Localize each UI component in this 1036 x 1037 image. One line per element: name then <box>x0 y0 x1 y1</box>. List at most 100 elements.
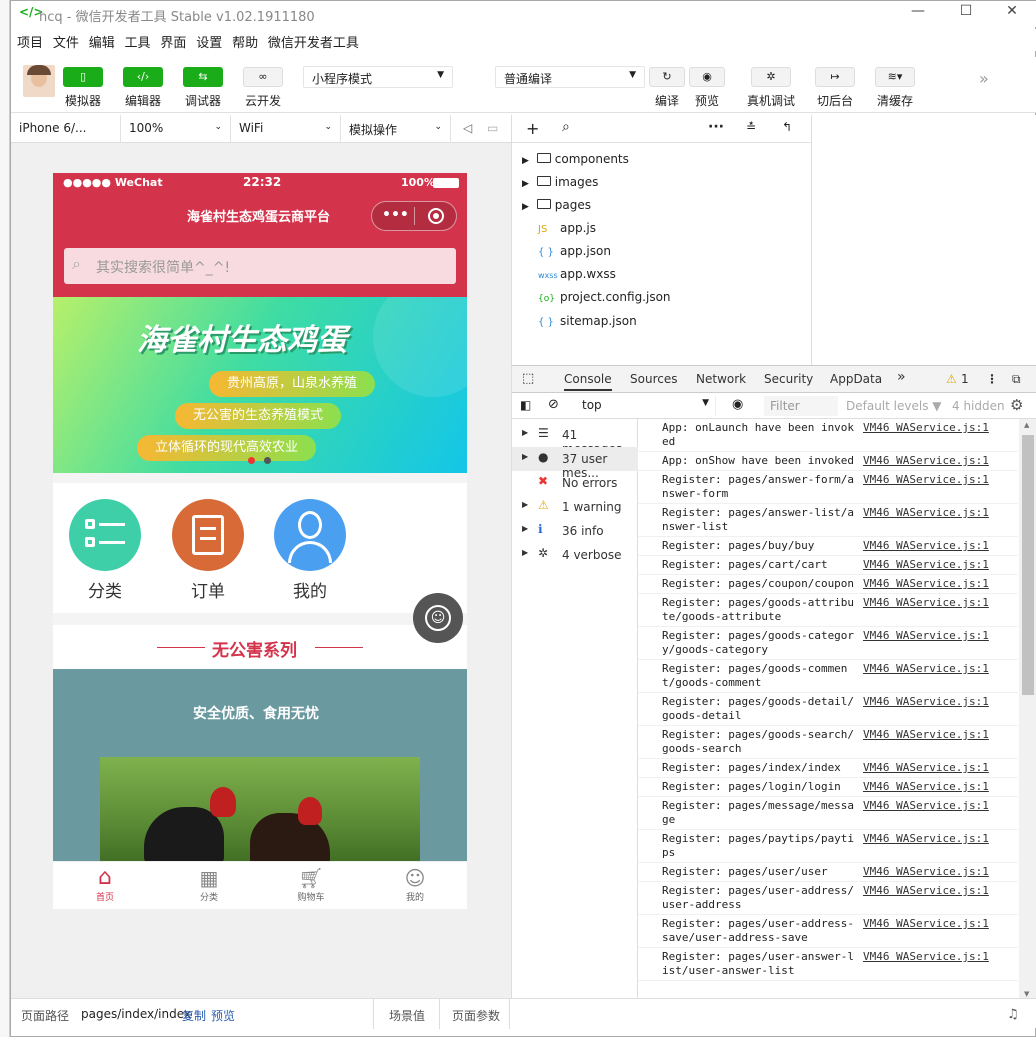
log-source-link[interactable]: VM46 WAService.js:1 <box>863 454 989 468</box>
eye-icon[interactable]: ◉ <box>732 397 743 412</box>
menu-item-interface[interactable]: 界面 <box>154 29 186 51</box>
console-log-row[interactable]: Register: pages/buy/buy VM46 WAService.js… <box>638 537 1018 556</box>
clear-cache-button[interactable]: ≋▾ <box>875 67 915 87</box>
sidebar-item-user-messages[interactable]: ▶ ● 37 user mes... <box>512 447 638 480</box>
console-log-row[interactable]: Register: pages/message/message VM46 WASe… <box>638 797 1018 830</box>
console-log-row[interactable]: Register: pages/goods-category/goods-cat… <box>638 627 1018 660</box>
sidebar-item-messages[interactable]: ▶☰41 messages <box>512 423 638 456</box>
sidebar-item-verbose[interactable]: ▶ ✲ 4 verbose <box>512 543 638 567</box>
maximize-button[interactable]: ☐ <box>951 3 981 23</box>
scrollbar-thumb[interactable] <box>1022 435 1034 695</box>
warning-count[interactable]: 1 <box>961 372 969 386</box>
popout-icon[interactable]: ▭ <box>487 121 498 135</box>
console-log-row[interactable]: Register: pages/goods-comment/goods-comm… <box>638 660 1018 693</box>
preview-button[interactable]: ◉ <box>689 67 725 87</box>
chicken-photo[interactable] <box>100 757 420 869</box>
console-log-row[interactable]: Register: pages/answer-list/answer-list V… <box>638 504 1018 537</box>
tab-sources[interactable]: Sources <box>630 372 677 386</box>
tab-category[interactable]: ▦ 分类 <box>157 866 261 903</box>
volume-icon[interactable]: ◁ <box>463 121 472 135</box>
zoom-select[interactable]: 100% ⌄ <box>121 115 231 143</box>
tab-cart[interactable]: 🛒︎ 购物车 <box>259 866 363 903</box>
file-tree-file[interactable]: {o} project.config.json <box>538 290 818 313</box>
log-source-link[interactable]: VM46 WAService.js:1 <box>863 558 989 572</box>
scene-value-button[interactable]: 场景值 <box>389 1007 425 1024</box>
debugger-toggle-button[interactable]: ⇆ <box>183 67 223 87</box>
device-select[interactable]: iPhone 6/... <box>11 115 121 143</box>
log-source-link[interactable]: VM46 WAService.js:1 <box>863 629 989 643</box>
menu-item-project[interactable]: 项目 <box>11 29 43 51</box>
console-log-row[interactable]: Register: pages/index/index VM46 WAServic… <box>638 759 1018 778</box>
tab-home[interactable]: ⌂ 首页 <box>53 866 157 904</box>
file-tree-folder[interactable]: ▶ pages <box>522 198 802 221</box>
sidebar-item-info[interactable]: ▶ ℹ 36 info <box>512 519 638 543</box>
sim-ops-select[interactable]: 模拟操作 ⌄ <box>341 115 451 143</box>
log-source-link[interactable]: VM46 WAService.js:1 <box>863 539 989 553</box>
console-log-row[interactable]: Register: pages/user/user VM46 WAService.… <box>638 863 1018 882</box>
console-log-row[interactable]: Register: pages/user-address/user-addres… <box>638 882 1018 915</box>
log-source-link[interactable]: VM46 WAService.js:1 <box>863 728 989 742</box>
log-levels-select[interactable]: Default levels ▼ <box>846 399 942 413</box>
file-tree-folder[interactable]: ▶ images <box>522 175 802 198</box>
backstage-button[interactable]: ↦ <box>815 67 855 87</box>
file-tree-file[interactable]: wxss app.wxss <box>538 267 818 290</box>
menu-item-tools[interactable]: 工具 <box>119 29 151 51</box>
more-tabs-icon[interactable]: » <box>897 369 906 385</box>
banner-carousel[interactable]: 海雀村生态鸡蛋 贵州高原，山泉水养殖 无公害的生态养殖模式 立体循环的现代高效农… <box>53 297 467 473</box>
log-source-link[interactable]: VM46 WAService.js:1 <box>863 662 989 676</box>
tab-mine[interactable]: ☺ 我的 <box>363 866 467 903</box>
console-scrollbar[interactable]: ▲ ▼ <box>1019 419 1036 1000</box>
console-log-row[interactable]: Register: pages/login/login VM46 WAServic… <box>638 778 1018 797</box>
editor-toggle-button[interactable]: ‹/› <box>123 67 163 87</box>
log-source-link[interactable]: VM46 WAService.js:1 <box>863 695 989 709</box>
inspect-icon[interactable]: ⬚ <box>522 371 534 386</box>
carousel-dot-active[interactable] <box>248 457 255 464</box>
compile-button[interactable]: ↻ <box>649 67 685 87</box>
sidebar-toggle-icon[interactable]: ◧ <box>520 398 531 412</box>
category-item-classify[interactable]: 分类 <box>69 499 141 602</box>
console-log-row[interactable]: Register: pages/goods-search/goods-searc… <box>638 726 1018 759</box>
log-source-link[interactable]: VM46 WAService.js:1 <box>863 799 989 813</box>
menu-item-settings[interactable]: 设置 <box>190 29 222 51</box>
log-source-link[interactable]: VM46 WAService.js:1 <box>863 780 989 794</box>
compile-select[interactable]: 普通编译 ▼ <box>495 66 645 88</box>
console-log-row[interactable]: App: onShow have been invoked VM46 WAServ… <box>638 452 1018 471</box>
search-input[interactable]: ⌕ 其实搜索很简单^_^! <box>64 248 456 284</box>
console-log-row[interactable]: Register: pages/user-address-save/user-a… <box>638 915 1018 948</box>
console-log-row[interactable]: App: onLaunch have been invoked VM46 WASe… <box>638 419 1018 452</box>
clear-console-icon[interactable]: ⊘ <box>548 397 559 412</box>
kebab-menu-icon[interactable]: ⋮ <box>986 372 998 386</box>
file-tree-folder[interactable]: ▶ components <box>522 152 802 175</box>
log-source-link[interactable]: VM46 WAService.js:1 <box>863 865 989 879</box>
tab-network[interactable]: Network <box>696 372 746 386</box>
remote-debug-button[interactable]: ✲ <box>751 67 791 87</box>
menu-item-file[interactable]: 文件 <box>47 29 79 51</box>
log-source-link[interactable]: VM46 WAService.js:1 <box>863 596 989 610</box>
log-source-link[interactable]: VM46 WAService.js:1 <box>863 761 989 775</box>
log-source-link[interactable]: VM46 WAService.js:1 <box>863 832 989 846</box>
log-source-link[interactable]: VM46 WAService.js:1 <box>863 473 989 487</box>
cloud-dev-button[interactable]: ∞ <box>243 67 283 87</box>
log-source-link[interactable]: VM46 WAService.js:1 <box>863 884 989 898</box>
log-source-link[interactable]: VM46 WAService.js:1 <box>863 506 989 520</box>
tab-security[interactable]: Security <box>764 372 813 386</box>
avatar[interactable] <box>23 65 55 97</box>
file-tree-file[interactable]: JS app.js <box>538 221 818 244</box>
add-icon[interactable]: + <box>526 119 539 138</box>
console-log-row[interactable]: Register: pages/cart/cart VM46 WAService.… <box>638 556 1018 575</box>
console-log-row[interactable]: Register: pages/coupon/coupon VM46 WAServ… <box>638 575 1018 594</box>
category-item-orders[interactable]: 订单 <box>172 499 244 602</box>
context-select[interactable]: top ▼ <box>576 396 716 416</box>
copy-link[interactable]: 复制 <box>182 1007 206 1024</box>
file-tree-file[interactable]: { } sitemap.json <box>538 314 818 337</box>
customer-service-button[interactable]: ☺ <box>413 593 463 643</box>
console-log-row[interactable]: Register: pages/goods-detail/goods-detai… <box>638 693 1018 726</box>
sidebar-item-errors[interactable]: ✖ No errors <box>512 471 638 495</box>
page-params-button[interactable]: 页面参数 <box>452 1007 500 1024</box>
log-source-link[interactable]: VM46 WAService.js:1 <box>863 950 989 964</box>
menu-item-edit[interactable]: 编辑 <box>83 29 115 51</box>
network-select[interactable]: WiFi ⌄ <box>231 115 341 143</box>
search-icon[interactable]: ⌕ <box>562 119 570 135</box>
tab-appdata[interactable]: AppData <box>830 372 882 386</box>
tab-console[interactable]: Console <box>564 372 612 391</box>
